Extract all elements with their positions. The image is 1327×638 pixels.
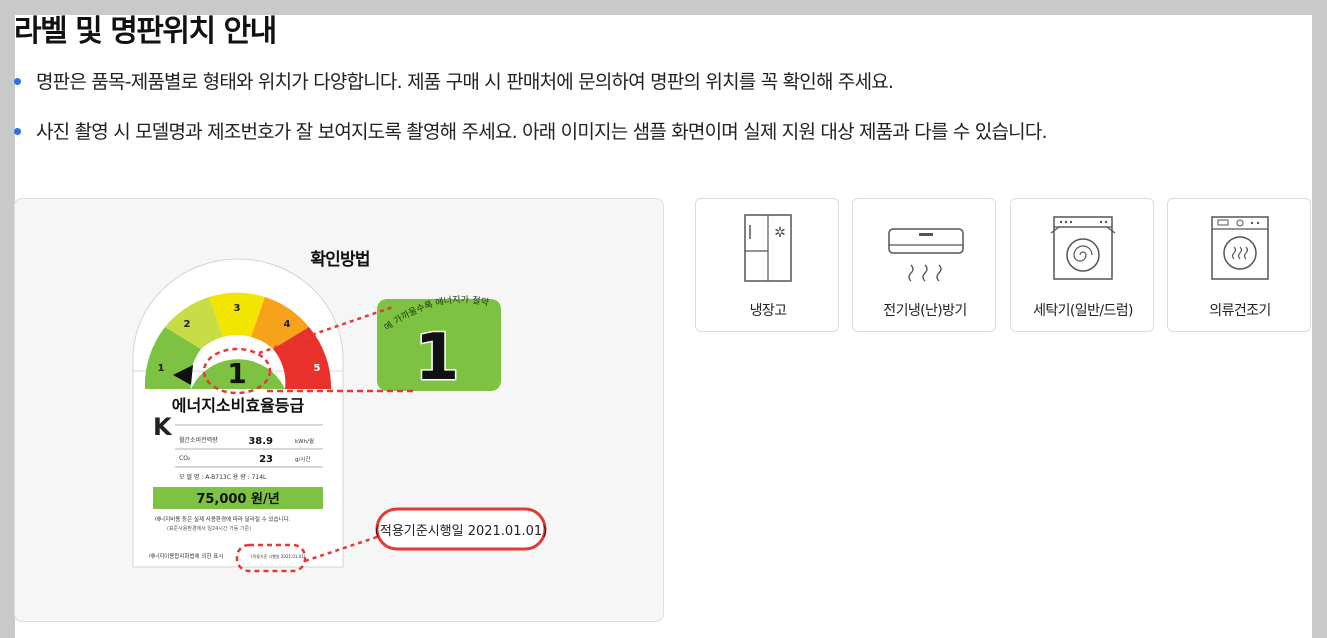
current-grade: 1 [227, 357, 246, 390]
notice-list: 명판은 품목-제품별로 형태와 위치가 다양합니다. 제품 구매 시 판매처에 … [14, 70, 1048, 170]
grade-4-number: 4 [284, 319, 291, 330]
notice-item: 사진 촬영 시 모델명과 제조번호가 잘 보여지도록 촬영해 주세요. 아래 이… [14, 120, 1048, 144]
category-label: 의류건조기 [1209, 303, 1271, 319]
row1-label: 월간소비전력량 [179, 436, 218, 444]
grade-1-number: 1 [158, 363, 165, 374]
energy-label-illustration: 1 2 3 4 5 1 에너지소비효율등급 K 월간소비전력량 38.9 kWh… [132, 258, 547, 573]
row2-label: CO₂ [179, 455, 191, 462]
notice-item: 명판은 품목-제품별로 형태와 위치가 다양합니다. 제품 구매 시 판매처에 … [14, 70, 1047, 94]
label-heading: 에너지소비효율등급 [172, 396, 305, 415]
row2-value: 23 [259, 454, 273, 465]
category-washing-machine-card[interactable]: 세탁기(일반/드럼) [1010, 198, 1154, 332]
grade-2-number: 2 [184, 319, 191, 330]
category-air-conditioner-card[interactable]: 전기냉(난)방기 [852, 198, 996, 332]
washing-machine-icon [1050, 216, 1116, 280]
row1-value: 38.9 [248, 436, 273, 447]
grade-3-number: 3 [234, 303, 241, 314]
clothes-dryer-icon [1211, 216, 1269, 280]
category-refrigerator-card[interactable]: ✲ 냉장고 [695, 198, 839, 332]
date-callout-text: (적용기준시행일 2021.01.01) [375, 523, 547, 539]
guide-panel: 확인방법 1 2 3 4 5 1 에너지소비효율등급 K 월간소비전력량 38.… [14, 198, 664, 622]
page-title: 라벨 및 명판위치 안내 [14, 14, 277, 49]
notice-text: 명판은 품목-제품별로 형태와 위치가 다양합니다. 제품 구매 시 판매처에 … [36, 71, 894, 93]
label-note: 에너지비용 등은 실제 사용환경에 따라 달라질 수 있습니다. [155, 515, 291, 523]
label-footer: 에너지이용합리화법에 의한 표시 [149, 552, 223, 560]
category-label: 세탁기(일반/드럼) [1033, 303, 1133, 319]
zoomed-grade-number: 1 [415, 321, 460, 395]
model-line: 모 델 명 : A-B713C 용 량 : 714L [179, 473, 267, 481]
grade-5-number: 5 [314, 363, 321, 374]
kc-mark-icon: K [153, 413, 173, 441]
category-label: 전기냉(난)방기 [883, 303, 967, 319]
refrigerator-icon: ✲ [744, 214, 792, 282]
row1-unit: kWh/월 [295, 437, 314, 445]
bullet-dot [14, 128, 21, 135]
label-note: (표준사용환경에서 일24시간 가동 기준) [167, 525, 251, 532]
label-footer-small: (적용기준 시행일 2021.01.01) [251, 553, 306, 559]
category-label: 냉장고 [749, 303, 787, 319]
cost-value: 75,000 원/년 [196, 492, 279, 507]
row2-unit: g/시간 [295, 455, 310, 463]
category-clothes-dryer-card[interactable]: 의류건조기 [1167, 198, 1311, 332]
svg-text:✲: ✲ [774, 225, 786, 241]
air-conditioner-icon [888, 228, 964, 282]
notice-text: 사진 촬영 시 모델명과 제조번호가 잘 보여지도록 촬영해 주세요. 아래 이… [36, 121, 1048, 143]
bullet-dot [14, 78, 21, 85]
